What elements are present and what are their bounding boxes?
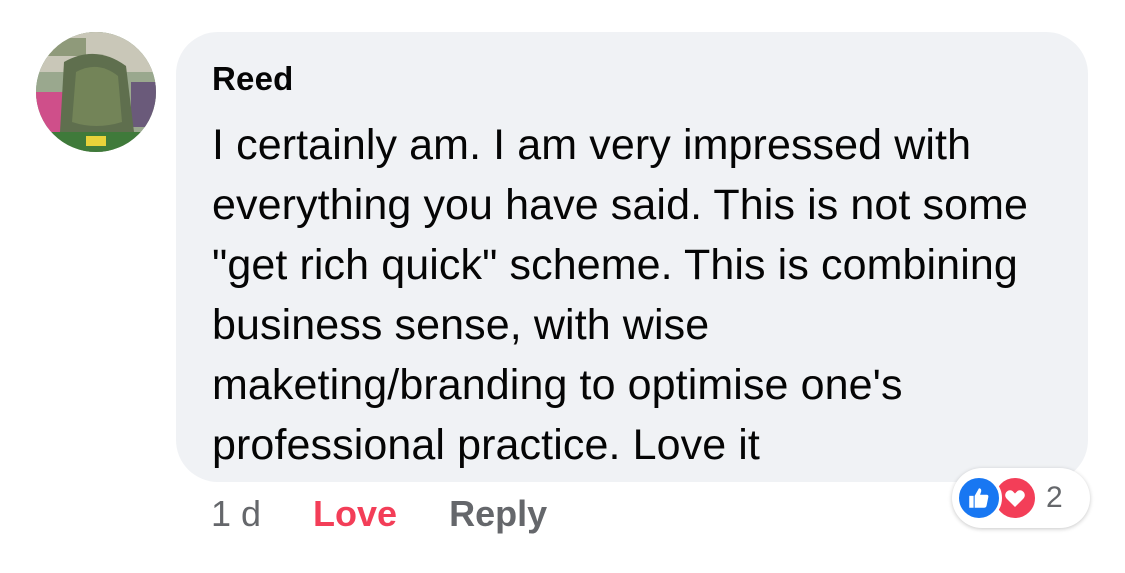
comment: Reed I certainly am. I am very impressed… [0,0,1125,573]
reaction-count: 2 [1046,481,1063,514]
comment-bubble: Reed I certainly am. I am very impressed… [176,32,1088,482]
avatar[interactable] [36,32,156,152]
avatar-photo [36,32,156,152]
like-icon [956,475,1002,521]
comment-actions: 1 d Love Reply [211,492,547,536]
author-name[interactable]: Reed [212,60,294,98]
reaction-summary[interactable]: 2 [952,468,1090,528]
reply-button[interactable]: Reply [449,493,547,535]
love-button[interactable]: Love [313,493,397,535]
comment-timestamp[interactable]: 1 d [211,493,261,535]
comment-text: I certainly am. I am very impressed with… [212,121,1029,469]
